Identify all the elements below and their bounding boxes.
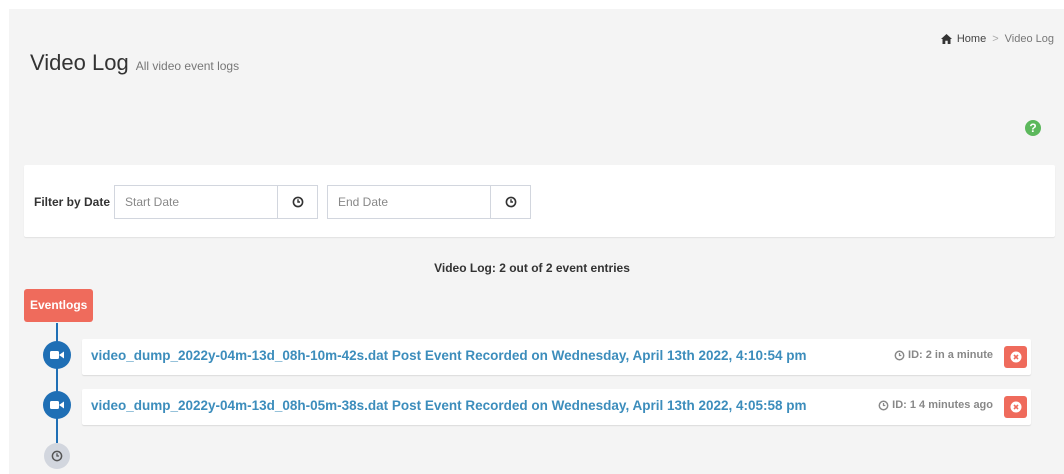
- video-camera-icon: [43, 341, 71, 369]
- start-date-clock-button[interactable]: [277, 185, 318, 219]
- breadcrumb: Home > Video Log: [940, 33, 1054, 45]
- home-icon: [940, 34, 952, 44]
- clock-icon: [292, 196, 303, 208]
- page-title: Video Log: [30, 50, 129, 75]
- clock-icon: [894, 350, 905, 360]
- timeline-label: Eventlogs: [24, 289, 94, 322]
- page-header: Video Log All video event logs: [30, 50, 239, 76]
- end-date-group: [327, 185, 531, 219]
- timeline-item-meta: ID: 1 4 minutes ago: [878, 399, 993, 411]
- page-subtitle: All video event logs: [135, 59, 240, 73]
- start-date-group: [114, 185, 318, 219]
- start-date-input[interactable]: [114, 185, 277, 219]
- filter-label: Filter by Date: [34, 195, 111, 209]
- close-circle-icon: [1010, 351, 1021, 363]
- breadcrumb-current: Video Log: [1004, 33, 1054, 45]
- timeline-item-meta-text: ID: 1 4 minutes ago: [892, 399, 993, 411]
- close-circle-icon: [1010, 401, 1021, 413]
- timeline-item: video_dump_2022y-04m-13d_08h-10m-42s.dat…: [82, 339, 1031, 375]
- video-camera-icon: [43, 391, 71, 419]
- breadcrumb-separator: >: [992, 33, 999, 45]
- end-date-input[interactable]: [327, 185, 490, 219]
- help-icon[interactable]: ?: [1025, 120, 1041, 136]
- timeline-item-meta: ID: 2 in a minute: [894, 349, 993, 361]
- clock-icon: [505, 196, 516, 208]
- clock-icon: [878, 400, 889, 410]
- delete-button[interactable]: [1004, 346, 1027, 368]
- end-date-clock-button[interactable]: [490, 185, 531, 219]
- timeline-item-meta-text: ID: 2 in a minute: [908, 349, 993, 361]
- video-log-link[interactable]: video_dump_2022y-04m-13d_08h-10m-42s.dat…: [91, 348, 807, 363]
- filter-panel: Filter by Date -: [24, 165, 1055, 237]
- timeline-end-clock-icon: [44, 443, 70, 469]
- video-log-link[interactable]: video_dump_2022y-04m-13d_08h-05m-38s.dat…: [91, 398, 807, 413]
- delete-button[interactable]: [1004, 396, 1027, 418]
- breadcrumb-home-link[interactable]: Home: [957, 33, 986, 45]
- timeline-item: video_dump_2022y-04m-13d_08h-05m-38s.dat…: [82, 389, 1031, 425]
- log-summary: Video Log: 2 out of 2 event entries: [434, 261, 630, 275]
